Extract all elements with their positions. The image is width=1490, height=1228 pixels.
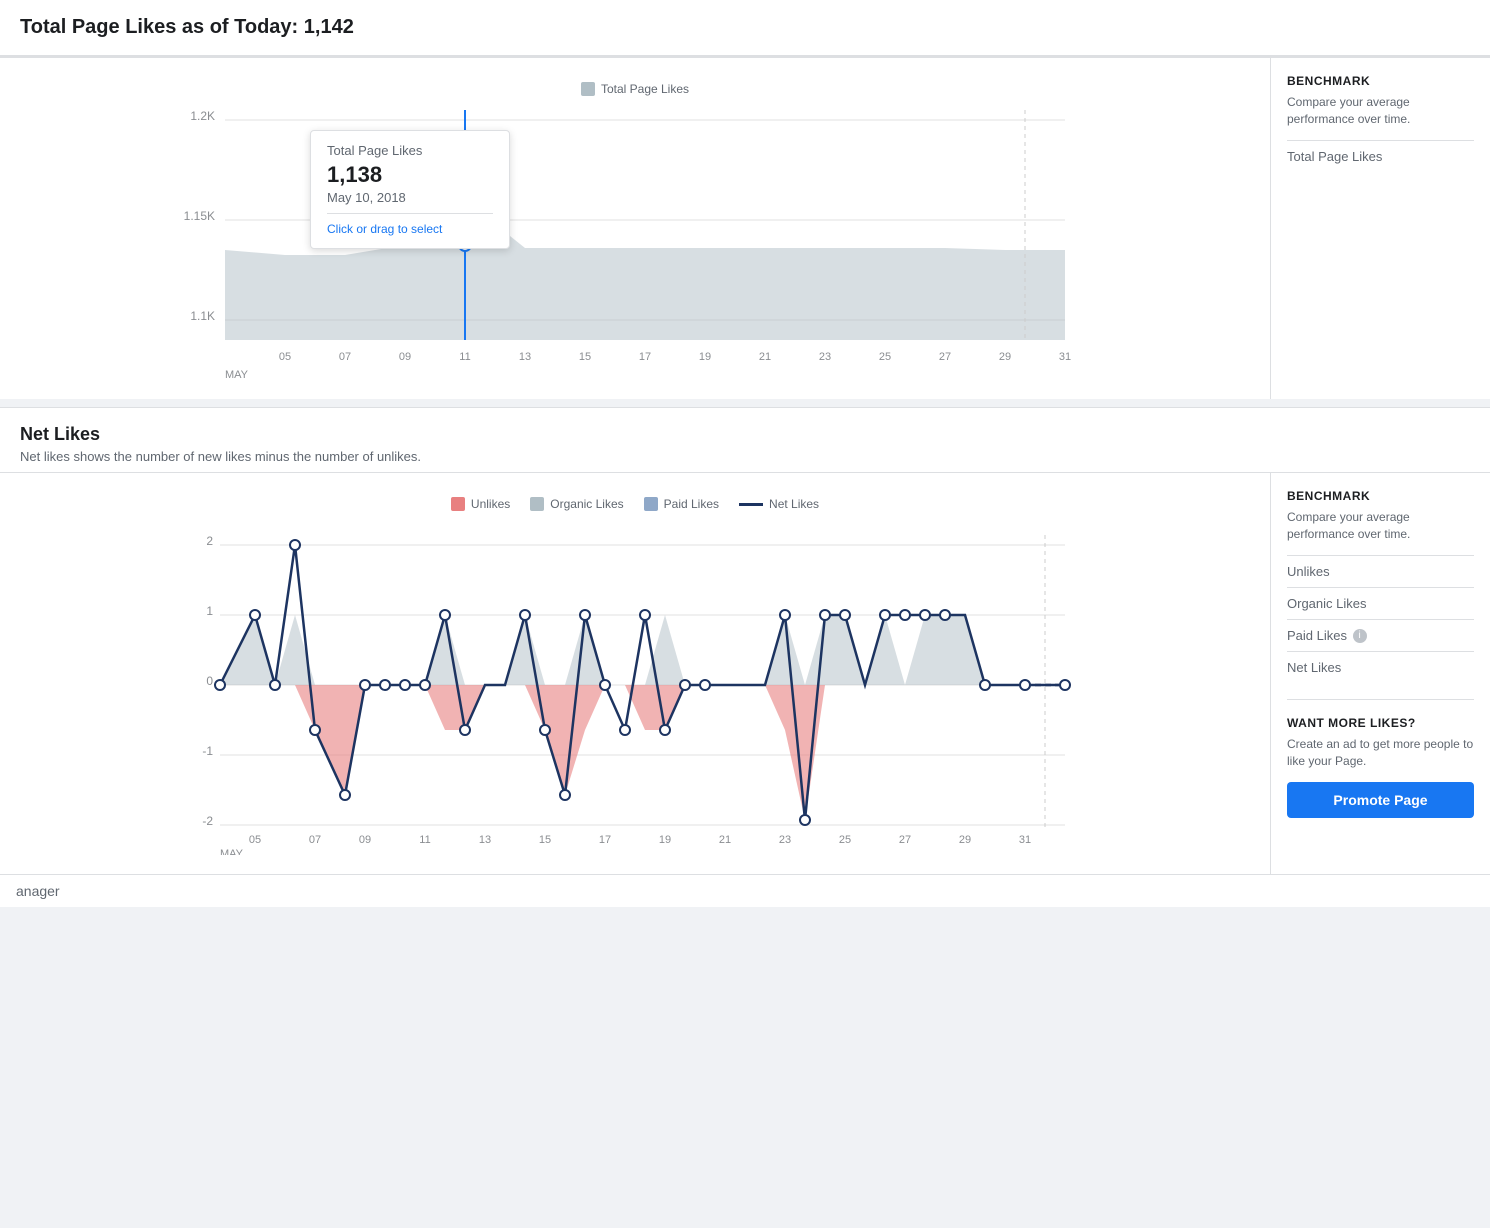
svg-text:-1: -1: [202, 744, 213, 758]
legend-line-net-likes: [739, 503, 763, 506]
svg-text:0: 0: [206, 674, 213, 688]
svg-text:2: 2: [206, 534, 213, 548]
total-page-likes-section: Total Page Likes 1.2K 1.15K 1.1K: [0, 56, 1490, 399]
total-likes-benchmark-sidebar: BENCHMARK Compare your average performan…: [1270, 58, 1490, 399]
legend-item-unlikes: Unlikes: [451, 497, 510, 511]
svg-text:31: 31: [1059, 351, 1071, 363]
page-header: Total Page Likes as of Today: 1,142: [0, 0, 1490, 56]
svg-text:09: 09: [399, 351, 411, 363]
benchmark-desc-1: Compare your average performance over ti…: [1287, 94, 1474, 128]
legend-item-net-likes: Net Likes: [739, 497, 819, 511]
svg-text:31: 31: [1019, 834, 1031, 846]
svg-text:13: 13: [479, 834, 491, 846]
svg-text:27: 27: [899, 834, 911, 846]
benchmark-title-1: BENCHMARK: [1287, 74, 1474, 88]
svg-text:1.2K: 1.2K: [190, 109, 215, 123]
legend-label-organic-likes: Organic Likes: [550, 497, 623, 511]
net-likes-chart-area: Unlikes Organic Likes Paid Likes Net Lik…: [0, 472, 1490, 874]
legend-label-net-likes: Net Likes: [769, 497, 819, 511]
svg-text:23: 23: [819, 351, 831, 363]
svg-text:05: 05: [279, 351, 291, 363]
svg-text:21: 21: [759, 351, 771, 363]
footer-text: anager: [16, 883, 60, 899]
svg-text:17: 17: [639, 351, 651, 363]
total-likes-legend: Total Page Likes: [20, 74, 1250, 100]
total-likes-svg: 1.2K 1.15K 1.1K 05 07 09 11 13 15: [20, 100, 1250, 380]
svg-text:19: 19: [659, 834, 671, 846]
want-more-section: WANT MORE LIKES? Create an ad to get mor…: [1287, 699, 1474, 818]
svg-text:-2: -2: [202, 814, 213, 828]
svg-text:1: 1: [206, 604, 213, 618]
legend-label-unlikes: Unlikes: [471, 497, 510, 511]
want-more-desc: Create an ad to get more people to like …: [1287, 736, 1474, 770]
paid-likes-info-icon[interactable]: i: [1353, 629, 1367, 643]
benchmark-desc-2: Compare your average performance over ti…: [1287, 509, 1474, 543]
svg-text:25: 25: [839, 834, 851, 846]
svg-text:11: 11: [459, 351, 470, 363]
benchmark-item-total-page-likes[interactable]: Total Page Likes: [1287, 140, 1474, 172]
svg-text:07: 07: [309, 834, 321, 846]
benchmark-item-unlikes[interactable]: Unlikes: [1287, 555, 1474, 587]
legend-label-total-page-likes: Total Page Likes: [601, 82, 689, 96]
legend-color-paid-likes: [644, 497, 658, 511]
svg-text:23: 23: [779, 834, 791, 846]
net-likes-title: Net Likes: [20, 424, 1470, 445]
net-likes-chart-main: Unlikes Organic Likes Paid Likes Net Lik…: [0, 473, 1270, 874]
svg-text:1.15K: 1.15K: [184, 209, 215, 223]
benchmark-title-2: BENCHMARK: [1287, 489, 1474, 503]
svg-text:MAY: MAY: [225, 369, 249, 380]
total-likes-chart-area: Total Page Likes 1.2K 1.15K 1.1K: [0, 57, 1490, 399]
benchmark-item-net-likes[interactable]: Net Likes: [1287, 651, 1474, 683]
promote-page-button[interactable]: Promote Page: [1287, 782, 1474, 818]
svg-text:09: 09: [359, 834, 371, 846]
svg-text:07: 07: [339, 351, 351, 363]
net-likes-svg: 2 1 0 -1 -2: [20, 515, 1250, 855]
benchmark-item-paid-likes[interactable]: Paid Likes i: [1287, 619, 1474, 652]
svg-text:13: 13: [519, 351, 531, 363]
svg-text:25: 25: [879, 351, 891, 363]
net-likes-benchmark-sidebar: BENCHMARK Compare your average performan…: [1270, 473, 1490, 874]
svg-text:29: 29: [959, 834, 971, 846]
want-more-title: WANT MORE LIKES?: [1287, 716, 1474, 730]
svg-text:MAY: MAY: [220, 848, 244, 855]
net-likes-description: Net likes shows the number of new likes …: [20, 449, 1470, 464]
svg-text:17: 17: [599, 834, 611, 846]
total-likes-chart-wrapper[interactable]: 1.2K 1.15K 1.1K 05 07 09 11 13 15: [20, 100, 1250, 383]
legend-color-total-page-likes: [581, 82, 595, 96]
svg-text:11: 11: [419, 834, 430, 846]
legend-label-paid-likes: Paid Likes: [664, 497, 719, 511]
net-likes-section: Net Likes Net likes shows the number of …: [0, 407, 1490, 874]
legend-color-unlikes: [451, 497, 465, 511]
svg-text:27: 27: [939, 351, 951, 363]
svg-text:29: 29: [999, 351, 1011, 363]
benchmark-item-organic-likes[interactable]: Organic Likes: [1287, 587, 1474, 619]
legend-color-organic-likes: [530, 497, 544, 511]
footer-bar: anager: [0, 874, 1490, 907]
page-title: Total Page Likes as of Today: 1,142: [20, 16, 1470, 39]
net-likes-legend: Unlikes Organic Likes Paid Likes Net Lik…: [20, 489, 1250, 515]
net-likes-chart-wrapper[interactable]: 2 1 0 -1 -2: [20, 515, 1250, 858]
svg-text:05: 05: [249, 834, 261, 846]
legend-item-total-page-likes: Total Page Likes: [581, 82, 689, 96]
legend-item-paid-likes: Paid Likes: [644, 497, 719, 511]
total-likes-chart-main: Total Page Likes 1.2K 1.15K 1.1K: [0, 58, 1270, 399]
legend-item-organic-likes: Organic Likes: [530, 497, 623, 511]
svg-text:15: 15: [539, 834, 551, 846]
net-likes-header: Net Likes Net likes shows the number of …: [0, 408, 1490, 472]
svg-text:19: 19: [699, 351, 711, 363]
svg-text:21: 21: [719, 834, 731, 846]
svg-text:1.1K: 1.1K: [190, 309, 215, 323]
svg-text:15: 15: [579, 351, 591, 363]
